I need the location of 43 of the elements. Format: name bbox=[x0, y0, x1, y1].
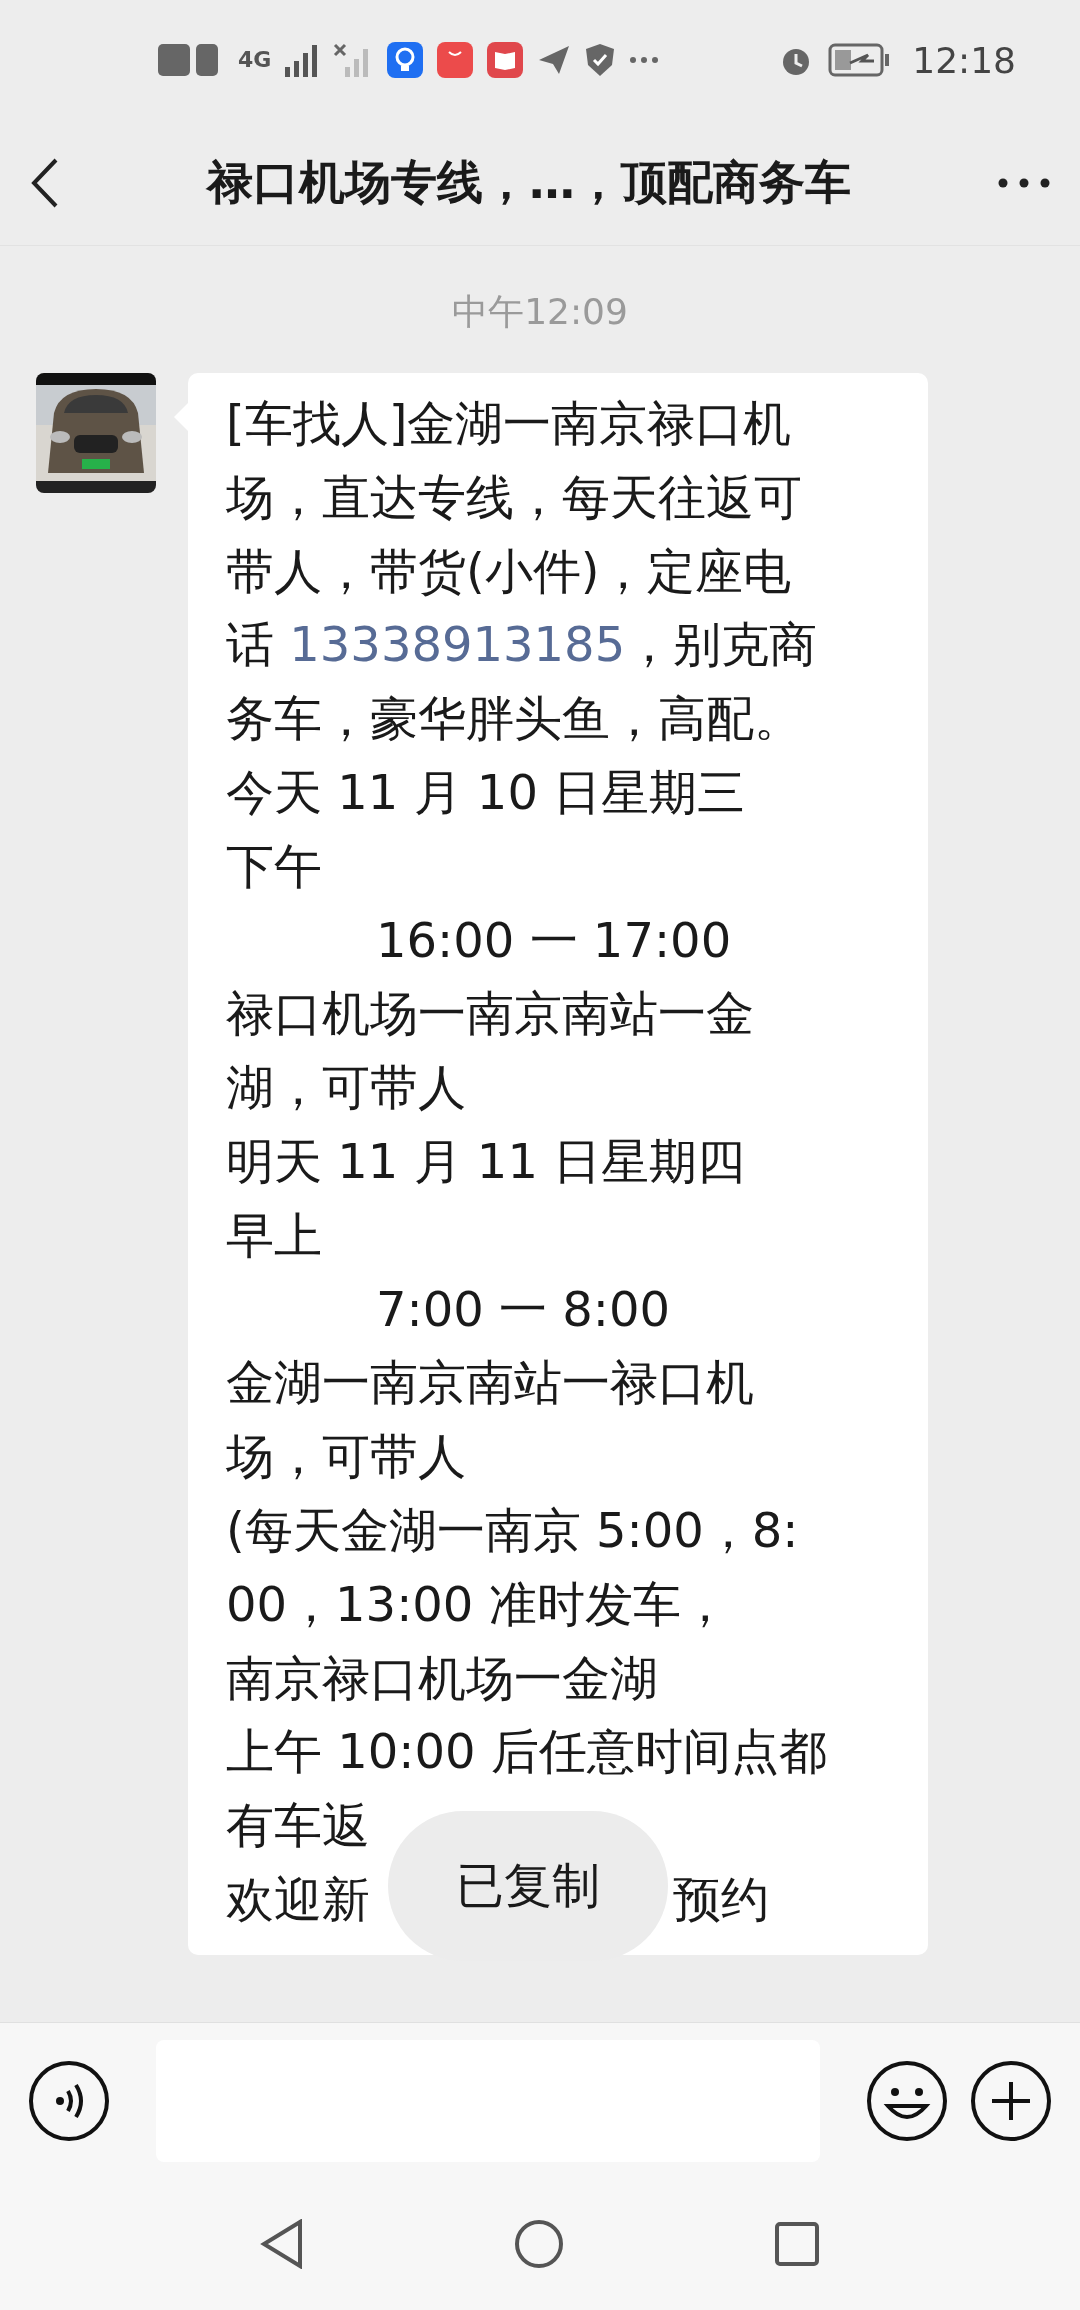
message-text: 场，可带人 bbox=[226, 1428, 466, 1485]
message-text: 今天 11 月 10 日星期三 bbox=[226, 764, 746, 820]
back-nav-icon[interactable] bbox=[260, 2219, 304, 2269]
book-icon bbox=[487, 42, 524, 78]
message-text: 带人，带货(小件)，定座电 bbox=[226, 542, 792, 599]
message-text: ，别克商 bbox=[625, 616, 818, 673]
recents-nav-icon[interactable] bbox=[774, 2221, 820, 2267]
message-text: 金湖一南京南站一禄口机 bbox=[226, 1354, 754, 1411]
message-text: 明天 11 月 11 日星期四 bbox=[226, 1132, 746, 1189]
message-text: 务车，豪华胖头鱼，高配。 bbox=[226, 690, 802, 747]
message-text: 预约 bbox=[673, 1870, 769, 1927]
message-text: 禄口机场一南京南站一金 bbox=[226, 985, 754, 1042]
message-text: (每天金湖一南京 5:00，8: bbox=[226, 1501, 799, 1558]
message-text: 南京禄口机场一金湖 bbox=[226, 1649, 658, 1706]
message-text: 场，直达专线，每天往返可 bbox=[226, 468, 802, 525]
message-text: 话 bbox=[226, 616, 275, 673]
clock-time: 12:18 bbox=[912, 39, 1016, 81]
voice-icon[interactable] bbox=[28, 2059, 110, 2142]
home-nav-icon[interactable] bbox=[514, 2219, 564, 2269]
plus-icon[interactable] bbox=[970, 2059, 1052, 2142]
message-text: 下午 bbox=[226, 837, 322, 894]
message-text: 16:00 一 17:00 bbox=[376, 911, 732, 968]
phone-link[interactable]: 13338913185 bbox=[289, 616, 626, 673]
lightbulb-icon bbox=[387, 42, 424, 78]
message-text: 7:00 一 8:00 bbox=[376, 1280, 671, 1337]
battery-charging-icon bbox=[828, 43, 891, 77]
chat-title: 禄口机场专线，…，顶配商务车 bbox=[205, 153, 852, 211]
signal-icon bbox=[285, 43, 320, 77]
message-text: [车找人]金湖一南京禄口机 bbox=[226, 395, 792, 451]
back-icon[interactable] bbox=[30, 156, 60, 209]
message-text: 早上 bbox=[226, 1206, 322, 1263]
emoji-icon[interactable] bbox=[866, 2059, 948, 2142]
network-type: 4G bbox=[238, 49, 272, 71]
message-text: 上午 10:00 后任意时间点都 bbox=[226, 1723, 827, 1780]
shield-icon bbox=[585, 43, 616, 77]
paper-plane-icon bbox=[537, 44, 572, 76]
message-text: 有车返 bbox=[226, 1797, 370, 1854]
message-text: 欢迎新 bbox=[226, 1870, 370, 1927]
more-icon[interactable] bbox=[998, 177, 1050, 188]
message-text: 00，13:00 准时发车， bbox=[226, 1575, 729, 1632]
message-text: 湖，可带人 bbox=[226, 1059, 466, 1116]
message-time: 中午12:09 bbox=[452, 291, 628, 332]
more-icon bbox=[629, 56, 660, 64]
